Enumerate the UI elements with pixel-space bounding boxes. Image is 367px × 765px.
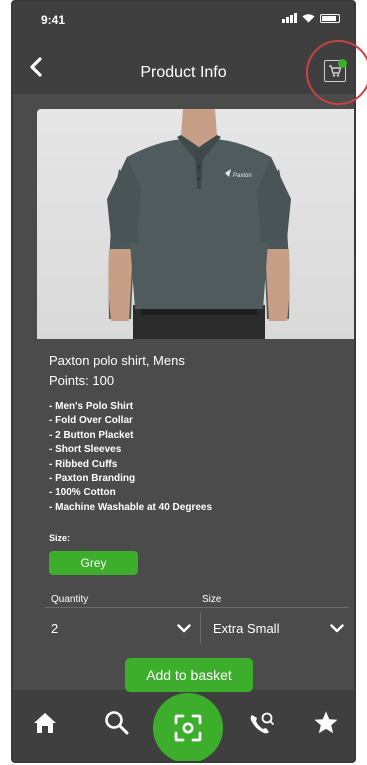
signal-icon	[282, 13, 297, 23]
annotation-highlight-circle	[306, 40, 367, 105]
feature-item: Men's Polo Shirt	[49, 400, 212, 414]
product-card: Paxton Paxton polo shirt, Mens Points: 1…	[37, 109, 354, 749]
phone-frame: 9:41 Product Info Paxton Paxton polo shi…	[11, 0, 356, 763]
feature-item: Paxton Branding	[49, 472, 212, 486]
product-points: Points: 100	[49, 373, 115, 388]
feature-item: Machine Washable at 40 Degrees	[49, 501, 212, 515]
product-name: Paxton polo shirt, Mens	[49, 353, 185, 368]
nav-home[interactable]	[30, 708, 60, 738]
header: Product Info	[13, 40, 354, 94]
divider	[45, 607, 349, 608]
page-title: Product Info	[140, 64, 227, 81]
feature-item: Short Sleeves	[49, 443, 212, 457]
add-to-basket-button[interactable]: Add to basket	[125, 658, 253, 692]
battery-icon	[320, 13, 340, 23]
status-icons	[282, 13, 340, 23]
feature-item: 2 Button Placket	[49, 429, 212, 443]
feature-list: Men's Polo Shirt Fold Over Collar 2 Butt…	[49, 400, 212, 515]
status-time: 9:41	[41, 13, 66, 27]
size-section-label: Size:	[49, 533, 71, 543]
scan-button[interactable]	[153, 693, 223, 761]
quantity-value: 2	[51, 620, 59, 636]
polo-shirt-photo: Paxton	[107, 109, 291, 339]
nav-search[interactable]	[102, 708, 132, 738]
phone-icon	[250, 712, 274, 734]
quantity-label: Quantity	[51, 594, 89, 605]
wifi-icon	[302, 14, 315, 23]
size-value: Extra Small	[213, 620, 280, 636]
shirt-logo: Paxton	[233, 173, 252, 179]
chevron-down-icon	[177, 623, 191, 632]
home-icon	[34, 713, 56, 733]
star-icon	[314, 711, 338, 734]
feature-item: Ribbed Cuffs	[49, 458, 212, 472]
feature-item: Fold Over Collar	[49, 414, 212, 428]
scan-icon	[174, 714, 202, 742]
status-bar: 9:41	[13, 2, 354, 40]
quantity-select[interactable]: 2	[45, 612, 197, 644]
search-icon	[105, 711, 129, 735]
nav-favourites[interactable]	[311, 708, 341, 738]
nav-contact[interactable]	[246, 708, 276, 738]
colour-option-grey[interactable]: Grey	[49, 551, 138, 575]
feature-item: 100% Cotton	[49, 486, 212, 500]
size-label: Size	[202, 594, 222, 605]
product-image: Paxton	[37, 109, 354, 339]
size-select[interactable]: Extra Small	[200, 612, 350, 644]
chevron-down-icon	[330, 623, 344, 632]
